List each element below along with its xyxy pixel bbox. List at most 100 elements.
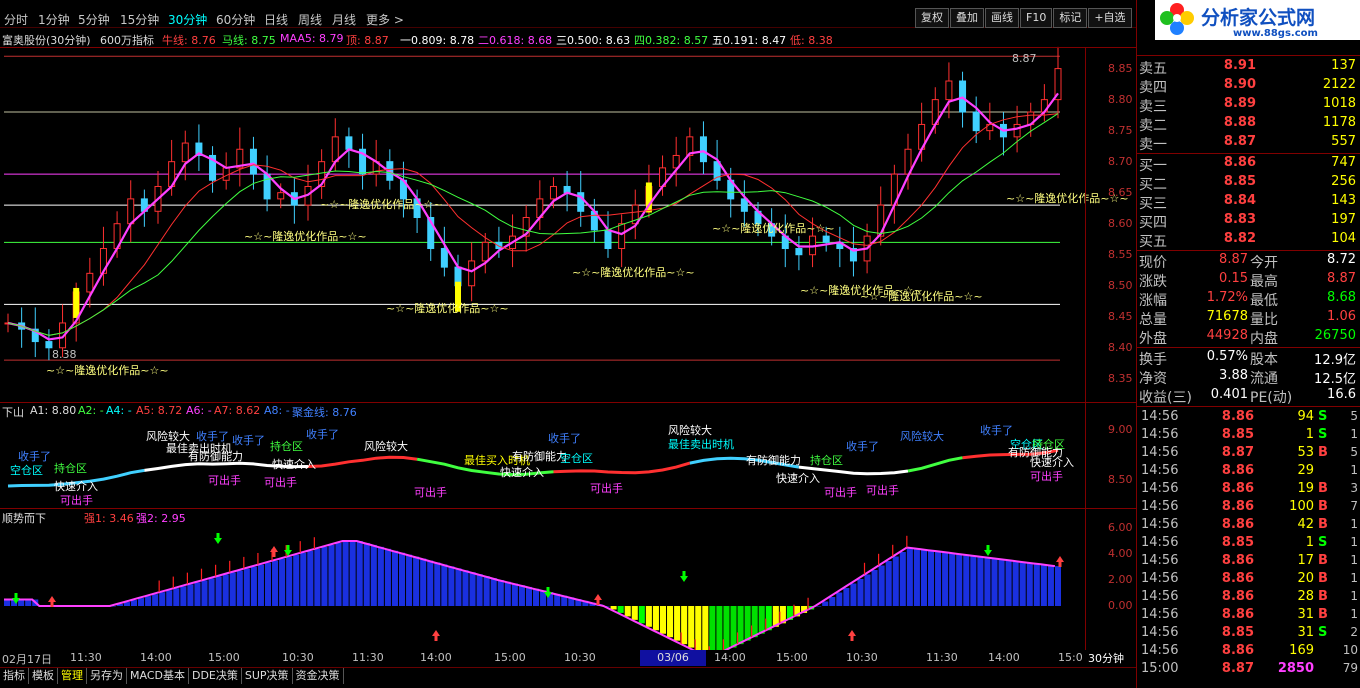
tick-volume: 31 — [1297, 625, 1314, 640]
tick-volume: 169 — [1289, 643, 1314, 658]
tick-row: 14:56 8.86 100 B 7 — [1138, 499, 1360, 517]
hist-bar — [398, 552, 406, 606]
hist-bar — [476, 574, 483, 606]
x-tick-label: 15:00 — [776, 651, 808, 664]
hist-bar — [977, 556, 984, 606]
watermark-text: ~☆~隆逸优化作品~☆~ — [860, 289, 983, 303]
signal-label-take-profit: 收手了 — [980, 423, 1013, 437]
y-tick-label: 9.00 — [1108, 423, 1133, 436]
chart-canvas[interactable]: 8.878.38 ~☆~隆逸优化作品~☆~~☆~隆逸优化作品~☆~~☆~隆逸优化… — [0, 0, 1136, 650]
tick-volume: 28 — [1297, 589, 1314, 604]
order-volume: 1018 — [1322, 96, 1356, 111]
logo-title: 分析家公式网 — [1201, 6, 1315, 29]
logo-url: www.88gs.com — [1233, 28, 1318, 39]
hist-bar — [1012, 560, 1019, 606]
hist-bar — [533, 588, 540, 606]
ind1-a5: A5: 8.72 — [136, 404, 183, 417]
ind1-name[interactable]: 下山 — [2, 404, 24, 420]
fund-value: 12.9亿 — [1314, 353, 1356, 368]
order-price: 8.89 — [1223, 96, 1256, 111]
bottom-tab[interactable]: DDE决策 — [189, 668, 242, 684]
hist-bar — [744, 606, 751, 641]
bottom-tab[interactable]: 指标 — [0, 668, 29, 684]
order-label: 买五 — [1139, 234, 1167, 250]
orderbook-sell-row[interactable]: 卖一 8.87 557 — [1138, 134, 1360, 153]
tick-price: 8.86 — [1221, 517, 1254, 532]
candle-body — [181, 142, 189, 163]
hist-bar — [511, 583, 518, 606]
orderbook-buy-row[interactable]: 买五 8.82 104 — [1138, 231, 1360, 250]
orderbook-buy-row[interactable]: 买二 8.85 256 — [1138, 174, 1360, 193]
hist-bar — [829, 597, 836, 606]
quote-row: 涨幅 1.72% 最低 8.68 — [1138, 290, 1360, 309]
bottom-tab[interactable]: 资金决策 — [293, 668, 344, 684]
fund-label: 流通 — [1250, 371, 1278, 387]
candle-body — [277, 192, 285, 200]
order-label: 卖二 — [1139, 118, 1167, 134]
hist-bar — [864, 574, 871, 606]
signal-label-can-sell: 可出手 — [60, 493, 93, 507]
tick-volume: 53 — [1297, 445, 1314, 460]
orderbook-sell-row[interactable]: 卖四 8.90 2122 — [1138, 77, 1360, 96]
tick-volume: 1 — [1305, 427, 1314, 442]
hist-bar — [730, 606, 737, 648]
bottom-tab[interactable]: 另存为 — [87, 668, 127, 684]
order-label: 卖四 — [1139, 80, 1167, 96]
bottom-tab[interactable]: 管理 — [58, 668, 87, 684]
period-label[interactable]: 30分钟 — [1088, 650, 1124, 666]
signal-label-take-profit: 收手了 — [548, 431, 581, 445]
hist-bar — [349, 541, 356, 606]
x-tick-label: 11:30 — [70, 651, 102, 664]
bottom-tab[interactable]: SUP决策 — [242, 668, 293, 684]
tick-side: B — [1318, 571, 1328, 586]
orderbook-buy-row[interactable]: 买四 8.83 197 — [1138, 212, 1360, 231]
candle-body — [740, 198, 748, 212]
watermark-text: ~☆~隆逸优化作品~☆~ — [46, 363, 169, 377]
hist-bar — [321, 546, 328, 606]
tick-volume: 20 — [1297, 571, 1314, 586]
hist-bar — [949, 552, 956, 606]
tick-row: 14:56 8.87 53 B 5 — [1138, 445, 1360, 463]
x-tick-label: 15:00 — [208, 651, 240, 664]
quote-label: 最低 — [1250, 293, 1278, 309]
ind1-line — [307, 455, 418, 468]
hist-bar — [434, 562, 441, 606]
hist-bar — [638, 606, 645, 624]
hist-bar — [631, 606, 638, 620]
order-price: 8.84 — [1223, 193, 1256, 208]
hist-bar — [356, 541, 363, 606]
bottom-tab[interactable]: 模板 — [29, 668, 58, 684]
candle-body — [45, 341, 53, 349]
ind2-name[interactable]: 顺势而下 — [2, 510, 46, 526]
fund-label: 净资 — [1139, 371, 1167, 387]
hist-bar — [681, 606, 688, 645]
x-tick-label: 11:30 — [352, 651, 384, 664]
tick-side: B — [1318, 589, 1328, 604]
tick-price: 8.87 — [1221, 445, 1254, 460]
orderbook-buy-row[interactable]: 买一 8.86 747 — [1138, 155, 1360, 174]
orderbook-sell-row[interactable]: 卖二 8.88 1178 — [1138, 115, 1360, 134]
orderbook-sell-row[interactable]: 卖五 8.91 137 — [1138, 58, 1360, 77]
orderbook-sell-row[interactable]: 卖三 8.89 1018 — [1138, 96, 1360, 115]
divider — [1137, 55, 1360, 56]
tick-side: S — [1318, 625, 1328, 640]
signal-label-risk: 风险较大 — [668, 423, 712, 437]
hist-bar — [751, 606, 758, 638]
hist-bar — [180, 586, 187, 606]
tick-volume: 2850 — [1277, 661, 1314, 676]
x-tick-label: 14:00 — [140, 651, 172, 664]
hist-bar — [152, 594, 159, 606]
hist-bar — [857, 579, 864, 606]
y-tick-label: 8.80 — [1108, 92, 1133, 106]
ind1-a2: A2: - — [78, 404, 104, 417]
hist-bar — [652, 606, 659, 631]
tick-price: 8.86 — [1221, 481, 1254, 496]
arrow-down-icon — [984, 545, 992, 556]
signal-label-hold: 持仓区 — [270, 439, 303, 453]
bottom-tab[interactable]: MACD基本 — [127, 668, 189, 684]
tick-volume: 19 — [1297, 481, 1314, 496]
hist-bar — [927, 550, 935, 606]
order-label: 卖五 — [1139, 61, 1167, 77]
arrow-down-icon — [284, 545, 292, 556]
orderbook-buy-row[interactable]: 买三 8.84 143 — [1138, 193, 1360, 212]
